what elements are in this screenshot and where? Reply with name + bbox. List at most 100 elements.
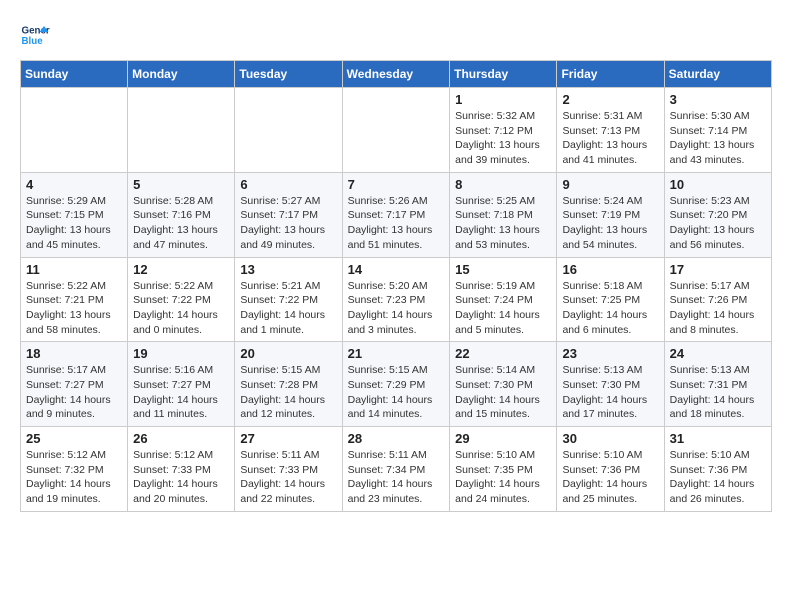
day-cell: 10 Sunrise: 5:23 AM Sunset: 7:20 PM Dayli… (664, 172, 771, 257)
day-cell: 7Sunrise: 5:26 AM Sunset: 7:17 PM Daylig… (342, 172, 450, 257)
day-number: 9 (562, 177, 658, 192)
day-cell: 14 Sunrise: 5:20 AM Sunset: 7:23 PM Dayli… (342, 257, 450, 342)
calendar-table: SundayMondayTuesdayWednesdayThursdayFrid… (20, 60, 772, 512)
day-cell: 16Sunrise: 5:18 AM Sunset: 7:25 PM Dayli… (557, 257, 664, 342)
day-cell: 22 Sunrise: 5:14 AM Sunset: 7:30 PM Dayli… (450, 342, 557, 427)
day-number: 30 (562, 431, 658, 446)
cell-content: Sunrise: 5:21 AM Sunset: 7:22 PM Dayligh… (240, 279, 336, 338)
day-cell: 30 Sunrise: 5:10 AM Sunset: 7:36 PM Dayli… (557, 427, 664, 512)
cell-content: Sunrise: 5:18 AM Sunset: 7:25 PM Dayligh… (562, 279, 658, 338)
day-number: 31 (670, 431, 766, 446)
day-cell: 26 Sunrise: 5:12 AM Sunset: 7:33 PM Dayli… (128, 427, 235, 512)
header: General Blue (20, 20, 772, 50)
day-cell: 25 Sunrise: 5:12 AM Sunset: 7:32 PM Dayli… (21, 427, 128, 512)
day-cell: 27 Sunrise: 5:11 AM Sunset: 7:33 PM Dayli… (235, 427, 342, 512)
day-cell: 23 Sunrise: 5:13 AM Sunset: 7:30 PM Dayli… (557, 342, 664, 427)
day-number: 17 (670, 262, 766, 277)
day-cell: 11 Sunrise: 5:22 AM Sunset: 7:21 PM Dayli… (21, 257, 128, 342)
day-header-thursday: Thursday (450, 61, 557, 88)
day-number: 25 (26, 431, 122, 446)
cell-content: Sunrise: 5:17 AM Sunset: 7:26 PM Dayligh… (670, 279, 766, 338)
day-number: 1 (455, 92, 551, 107)
week-row-1: 1 Sunrise: 5:32 AM Sunset: 7:12 PM Daylig… (21, 88, 772, 173)
logo: General Blue (20, 20, 54, 50)
cell-content: Sunrise: 5:32 AM Sunset: 7:12 PM Dayligh… (455, 109, 551, 168)
cell-content: Sunrise: 5:19 AM Sunset: 7:24 PM Dayligh… (455, 279, 551, 338)
cell-content: Sunrise: 5:10 AM Sunset: 7:36 PM Dayligh… (562, 448, 658, 507)
day-number: 2 (562, 92, 658, 107)
day-cell (235, 88, 342, 173)
week-row-3: 11 Sunrise: 5:22 AM Sunset: 7:21 PM Dayli… (21, 257, 772, 342)
day-number: 11 (26, 262, 122, 277)
day-cell: 24Sunrise: 5:13 AM Sunset: 7:31 PM Dayli… (664, 342, 771, 427)
week-row-2: 4 Sunrise: 5:29 AM Sunset: 7:15 PM Daylig… (21, 172, 772, 257)
day-number: 4 (26, 177, 122, 192)
day-cell: 6Sunrise: 5:27 AM Sunset: 7:17 PM Daylig… (235, 172, 342, 257)
day-number: 26 (133, 431, 229, 446)
day-cell: 13Sunrise: 5:21 AM Sunset: 7:22 PM Dayli… (235, 257, 342, 342)
day-number: 10 (670, 177, 766, 192)
day-cell: 20 Sunrise: 5:15 AM Sunset: 7:28 PM Dayli… (235, 342, 342, 427)
week-row-5: 25 Sunrise: 5:12 AM Sunset: 7:32 PM Dayli… (21, 427, 772, 512)
day-cell: 5Sunrise: 5:28 AM Sunset: 7:16 PM Daylig… (128, 172, 235, 257)
day-number: 15 (455, 262, 551, 277)
day-number: 20 (240, 346, 336, 361)
day-cell: 9 Sunrise: 5:24 AM Sunset: 7:19 PM Daylig… (557, 172, 664, 257)
day-number: 19 (133, 346, 229, 361)
day-cell: 1 Sunrise: 5:32 AM Sunset: 7:12 PM Daylig… (450, 88, 557, 173)
day-number: 22 (455, 346, 551, 361)
svg-text:Blue: Blue (22, 36, 44, 47)
day-number: 12 (133, 262, 229, 277)
day-cell: 15 Sunrise: 5:19 AM Sunset: 7:24 PM Dayli… (450, 257, 557, 342)
day-header-friday: Friday (557, 61, 664, 88)
day-header-saturday: Saturday (664, 61, 771, 88)
logo-icon: General Blue (20, 20, 50, 50)
cell-content: Sunrise: 5:30 AM Sunset: 7:14 PM Dayligh… (670, 109, 766, 168)
cell-content: Sunrise: 5:11 AM Sunset: 7:33 PM Dayligh… (240, 448, 336, 507)
cell-content: Sunrise: 5:22 AM Sunset: 7:22 PM Dayligh… (133, 279, 229, 338)
day-number: 3 (670, 92, 766, 107)
cell-content: Sunrise: 5:14 AM Sunset: 7:30 PM Dayligh… (455, 363, 551, 422)
day-cell: 3 Sunrise: 5:30 AM Sunset: 7:14 PM Daylig… (664, 88, 771, 173)
day-cell: 18Sunrise: 5:17 AM Sunset: 7:27 PM Dayli… (21, 342, 128, 427)
cell-content: Sunrise: 5:24 AM Sunset: 7:19 PM Dayligh… (562, 194, 658, 253)
day-number: 27 (240, 431, 336, 446)
days-header-row: SundayMondayTuesdayWednesdayThursdayFrid… (21, 61, 772, 88)
cell-content: Sunrise: 5:15 AM Sunset: 7:29 PM Dayligh… (348, 363, 445, 422)
cell-content: Sunrise: 5:12 AM Sunset: 7:33 PM Dayligh… (133, 448, 229, 507)
day-cell (21, 88, 128, 173)
day-number: 29 (455, 431, 551, 446)
cell-content: Sunrise: 5:15 AM Sunset: 7:28 PM Dayligh… (240, 363, 336, 422)
day-cell: 21 Sunrise: 5:15 AM Sunset: 7:29 PM Dayli… (342, 342, 450, 427)
day-number: 24 (670, 346, 766, 361)
day-number: 21 (348, 346, 445, 361)
day-cell: 17 Sunrise: 5:17 AM Sunset: 7:26 PM Dayli… (664, 257, 771, 342)
cell-content: Sunrise: 5:22 AM Sunset: 7:21 PM Dayligh… (26, 279, 122, 338)
cell-content: Sunrise: 5:17 AM Sunset: 7:27 PM Dayligh… (26, 363, 122, 422)
day-cell: 28 Sunrise: 5:11 AM Sunset: 7:34 PM Dayli… (342, 427, 450, 512)
cell-content: Sunrise: 5:16 AM Sunset: 7:27 PM Dayligh… (133, 363, 229, 422)
cell-content: Sunrise: 5:10 AM Sunset: 7:36 PM Dayligh… (670, 448, 766, 507)
day-cell: 2Sunrise: 5:31 AM Sunset: 7:13 PM Daylig… (557, 88, 664, 173)
day-cell: 4 Sunrise: 5:29 AM Sunset: 7:15 PM Daylig… (21, 172, 128, 257)
week-row-4: 18Sunrise: 5:17 AM Sunset: 7:27 PM Dayli… (21, 342, 772, 427)
day-cell (342, 88, 450, 173)
day-cell: 12 Sunrise: 5:22 AM Sunset: 7:22 PM Dayli… (128, 257, 235, 342)
cell-content: Sunrise: 5:25 AM Sunset: 7:18 PM Dayligh… (455, 194, 551, 253)
day-number: 14 (348, 262, 445, 277)
cell-content: Sunrise: 5:27 AM Sunset: 7:17 PM Dayligh… (240, 194, 336, 253)
cell-content: Sunrise: 5:12 AM Sunset: 7:32 PM Dayligh… (26, 448, 122, 507)
day-cell: 8Sunrise: 5:25 AM Sunset: 7:18 PM Daylig… (450, 172, 557, 257)
cell-content: Sunrise: 5:13 AM Sunset: 7:30 PM Dayligh… (562, 363, 658, 422)
cell-content: Sunrise: 5:23 AM Sunset: 7:20 PM Dayligh… (670, 194, 766, 253)
day-cell: 19 Sunrise: 5:16 AM Sunset: 7:27 PM Dayli… (128, 342, 235, 427)
day-number: 5 (133, 177, 229, 192)
day-number: 28 (348, 431, 445, 446)
cell-content: Sunrise: 5:11 AM Sunset: 7:34 PM Dayligh… (348, 448, 445, 507)
cell-content: Sunrise: 5:20 AM Sunset: 7:23 PM Dayligh… (348, 279, 445, 338)
day-header-tuesday: Tuesday (235, 61, 342, 88)
cell-content: Sunrise: 5:29 AM Sunset: 7:15 PM Dayligh… (26, 194, 122, 253)
cell-content: Sunrise: 5:10 AM Sunset: 7:35 PM Dayligh… (455, 448, 551, 507)
day-number: 23 (562, 346, 658, 361)
day-header-wednesday: Wednesday (342, 61, 450, 88)
